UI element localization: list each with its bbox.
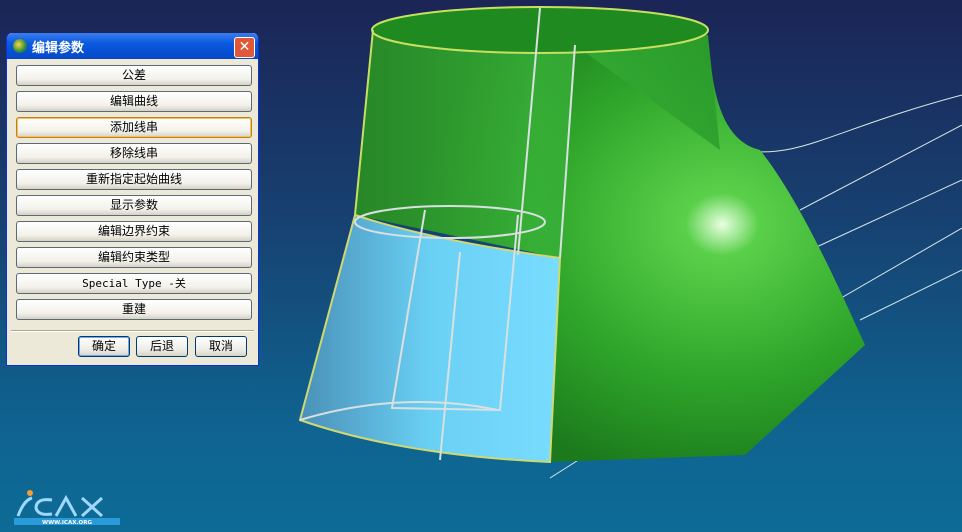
divider [11,330,254,332]
tolerance-button[interactable]: 公差 [16,65,252,86]
show-parameters-button[interactable]: 显示参数 [16,195,252,216]
add-string-button[interactable]: 添加线串 [16,117,252,138]
special-type-button[interactable]: Special Type -关 [16,273,252,294]
app-icon [13,39,27,53]
dialog-title: 编辑参数 [32,40,85,56]
svg-text:WWW.ICAX.ORG: WWW.ICAX.ORG [42,520,92,526]
dialog-titlebar[interactable]: 编辑参数 [7,33,258,59]
back-button[interactable]: 后退 [136,336,188,357]
rebuild-button[interactable]: 重建 [16,299,252,320]
blue-section[interactable] [298,213,562,464]
edit-curve-button[interactable]: 编辑曲线 [16,91,252,112]
ok-button[interactable]: 确定 [78,336,130,357]
edit-constraint-type-button[interactable]: 编辑约束类型 [16,247,252,268]
icax-logo: WWW.ICAX.ORG [14,490,120,526]
edit-parameters-dialog: 编辑参数 ✕ 公差 编辑曲线 添加线串 移除线串 重新指定起始曲线 显示参数 编… [6,33,259,366]
cancel-button[interactable]: 取消 [195,336,247,357]
edit-boundary-constraint-button[interactable]: 编辑边界约束 [16,221,252,242]
remove-string-button[interactable]: 移除线串 [16,143,252,164]
close-icon[interactable]: ✕ [234,37,255,58]
respecify-start-curve-button[interactable]: 重新指定起始曲线 [16,169,252,190]
